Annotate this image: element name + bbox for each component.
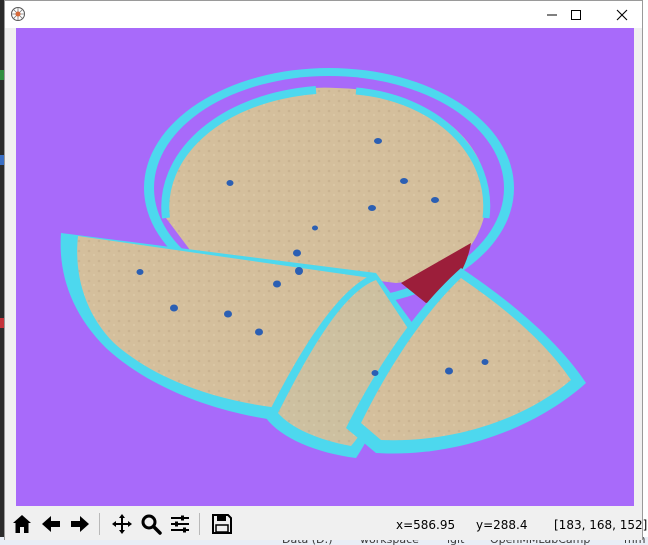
home-button[interactable] [8, 510, 36, 538]
cursor-x-readout: x=586.95 [396, 518, 456, 532]
configure-subplots-button[interactable] [166, 510, 194, 538]
zoom-button[interactable] [137, 510, 165, 538]
back-button[interactable] [37, 510, 65, 538]
save-button[interactable] [208, 510, 236, 538]
navigation-toolbar: x=586.95 y=288.4 [183, 168, 152] [5, 507, 647, 540]
pan-move-icon [112, 514, 132, 534]
back-arrow-icon [42, 516, 60, 532]
cursor-y-readout: y=288.4 [476, 518, 528, 532]
maximize-icon [571, 9, 581, 20]
plot-canvas[interactable] [16, 28, 634, 506]
configure-subplots-icon [171, 515, 189, 533]
pixel-rgb-readout: [183, 168, 152] [554, 518, 648, 532]
toolbar-separator [199, 513, 200, 535]
forward-arrow-icon [71, 516, 89, 532]
title-bar[interactable] [5, 1, 642, 28]
figure-window: x=586.95 y=288.4 [183, 168, 152] [4, 0, 647, 540]
app-icon [10, 6, 26, 22]
forward-button[interactable] [66, 510, 94, 538]
zoom-magnifier-icon [141, 514, 162, 535]
image-display [16, 28, 634, 506]
toolbar-separator [99, 513, 100, 535]
maximize-button[interactable] [553, 1, 599, 28]
save-floppy-icon [212, 514, 232, 534]
pan-button[interactable] [108, 510, 136, 538]
close-button[interactable] [599, 1, 645, 28]
close-icon [616, 9, 628, 20]
home-icon [13, 515, 31, 533]
